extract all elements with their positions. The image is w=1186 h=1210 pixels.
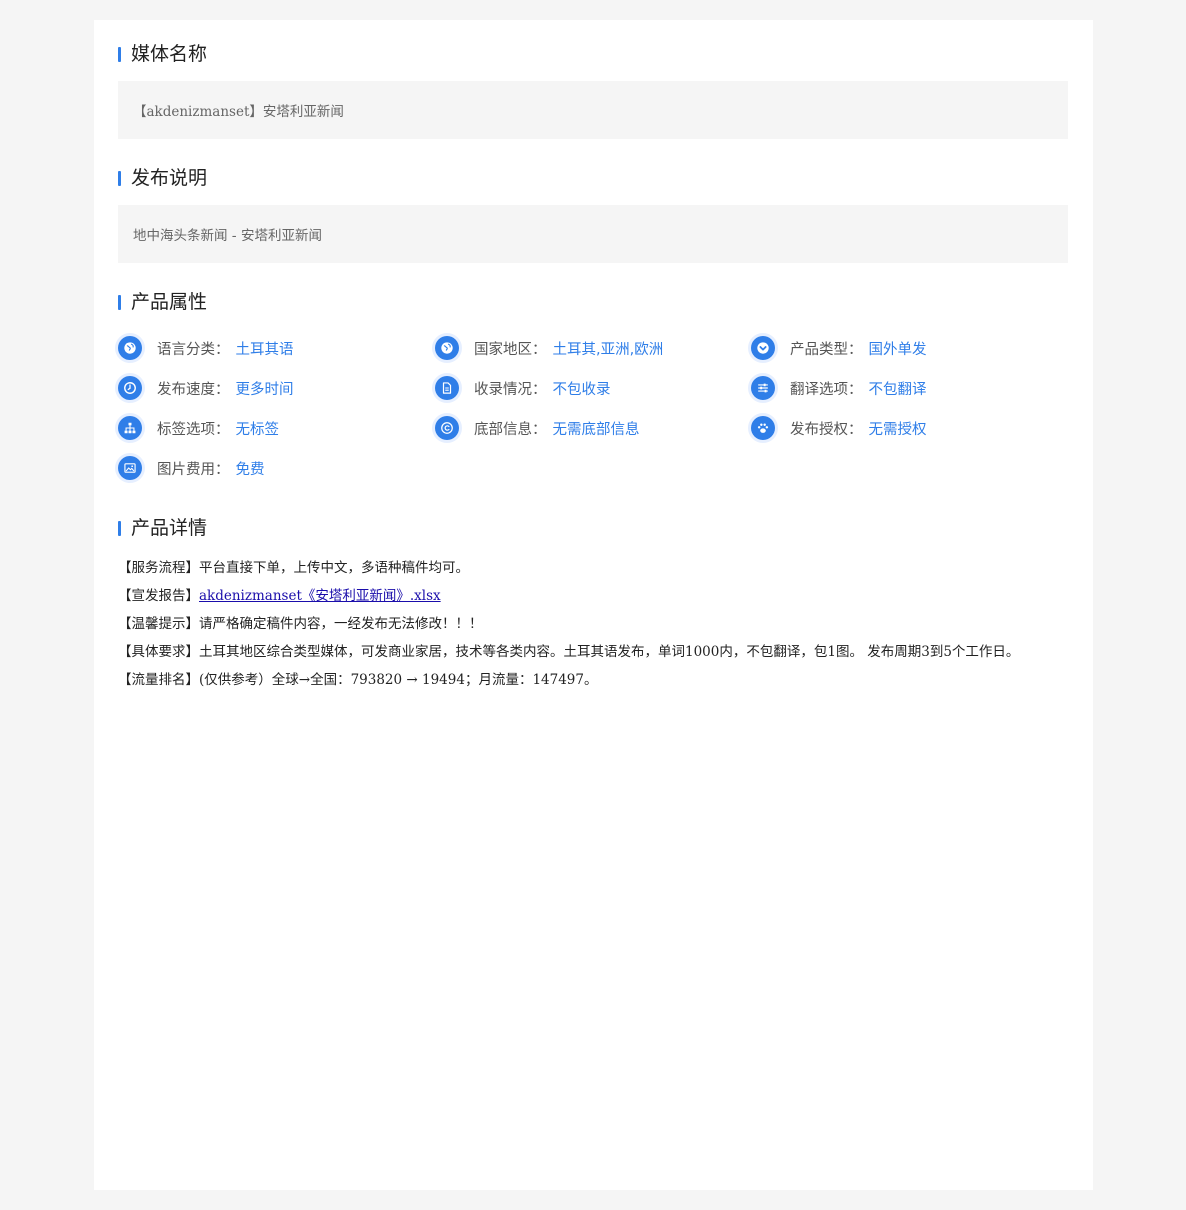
section-title-media-name: 媒体名称 [118, 44, 207, 64]
attr-value: 不包翻译 [868, 381, 927, 398]
attr-tags: 标签选项： 无标签 [118, 415, 279, 441]
details-list: 【服务流程】平台直接下单，上传中文，多语种稿件均可。 【宣发报告】akdeniz… [118, 554, 1068, 694]
detail-text: 请严格确定稿件内容，一经发布无法修改！！！ [199, 616, 483, 632]
sitemap-icon [118, 416, 142, 440]
detail-line-service-flow: 【服务流程】平台直接下单，上传中文，多语种稿件均可。 [118, 554, 1068, 582]
title-accent-bar [118, 46, 121, 62]
attr-value: 国外单发 [868, 341, 927, 358]
detail-line-traffic-rank: 【流量排名】(仅供参考）全球→全国：793820 → 19494；月流量：147… [118, 666, 1068, 694]
section-title-details: 产品详情 [118, 518, 207, 538]
section-title-attributes: 产品属性 [118, 292, 207, 312]
detail-prefix: 【服务流程】 [118, 560, 199, 576]
detail-line-report: 【宣发报告】akdenizmanset《安塔利亚新闻》.xlsx [118, 582, 1068, 610]
attr-label: 标签选项 [157, 421, 215, 438]
title-accent-bar [118, 294, 121, 310]
attr-region: 国家地区： 土耳其,亚洲,欧洲 [435, 335, 663, 361]
attr-colon: ： [532, 381, 547, 398]
attr-value: 土耳其语 [235, 341, 294, 358]
attr-label: 国家地区 [474, 341, 532, 358]
attr-colon: ： [215, 461, 230, 478]
detail-text: (仅供参考）全球→全国：793820 → 19494；月流量：147497。 [199, 672, 598, 688]
attr-footer-info: 底部信息： 无需底部信息 [435, 415, 640, 441]
document-icon [435, 376, 459, 400]
detail-prefix: 【温馨提示】 [118, 616, 199, 632]
section-title-text: 产品详情 [131, 517, 208, 539]
detail-prefix: 【具体要求】 [118, 644, 199, 660]
attr-value: 无需授权 [868, 421, 927, 438]
copyright-icon [435, 416, 459, 440]
detail-text: 土耳其地区综合类型媒体，可发商业家居，技术等各类内容。土耳其语发布，单词1000… [199, 644, 1020, 660]
attr-label: 翻译选项 [790, 381, 848, 398]
attr-value: 无标签 [235, 421, 280, 438]
section-title-text: 发布说明 [131, 167, 208, 189]
section-title-text: 产品属性 [131, 291, 208, 313]
attr-language: 语言分类： 土耳其语 [118, 335, 294, 361]
section-title-publish-desc: 发布说明 [118, 168, 207, 188]
attr-label: 语言分类 [157, 341, 215, 358]
attr-label: 发布授权 [790, 421, 848, 438]
title-accent-bar [118, 170, 121, 186]
attr-label: 收录情况 [474, 381, 532, 398]
attr-colon: ： [848, 421, 863, 438]
media-name-value: 【akdenizmanset】安塔利亚新闻 [133, 104, 344, 120]
attr-authorization: 发布授权： 无需授权 [751, 415, 927, 441]
attr-indexing: 收录情况： 不包收录 [435, 375, 611, 401]
sliders-icon [751, 376, 775, 400]
attr-value: 不包收录 [552, 381, 611, 398]
paw-icon [751, 416, 775, 440]
title-accent-bar [118, 520, 121, 536]
globe-icon [435, 336, 459, 360]
attr-image-fee: 图片费用： 免费 [118, 455, 265, 481]
detail-prefix: 【流量排名】 [118, 672, 199, 688]
attr-value: 免费 [235, 461, 265, 478]
attr-value: 土耳其,亚洲,欧洲 [552, 341, 664, 358]
attr-colon: ： [215, 421, 230, 438]
media-name-box: 【akdenizmanset】安塔利亚新闻 [118, 81, 1068, 139]
image-icon [118, 456, 142, 480]
publish-desc-box: 地中海头条新闻 - 安塔利亚新闻 [118, 205, 1068, 263]
attr-colon: ： [848, 341, 863, 358]
attr-label: 图片费用 [157, 461, 215, 478]
detail-prefix: 【宣发报告】 [118, 588, 199, 604]
attr-speed: 发布速度： 更多时间 [118, 375, 294, 401]
attr-colon: ： [532, 341, 547, 358]
attr-colon: ： [848, 381, 863, 398]
report-download-link[interactable]: akdenizmanset《安塔利亚新闻》.xlsx [199, 588, 441, 604]
product-detail-card: 媒体名称 【akdenizmanset】安塔利亚新闻 发布说明 地中海头条新闻 … [94, 20, 1093, 1190]
attr-label: 发布速度 [157, 381, 215, 398]
attr-value: 更多时间 [235, 381, 294, 398]
detail-line-requirements: 【具体要求】土耳其地区综合类型媒体，可发商业家居，技术等各类内容。土耳其语发布，… [118, 638, 1068, 666]
chevron-circle-down-icon [751, 336, 775, 360]
publish-desc-value: 地中海头条新闻 - 安塔利亚新闻 [133, 228, 322, 244]
clock-icon [118, 376, 142, 400]
attr-colon: ： [215, 341, 230, 358]
attr-colon: ： [532, 421, 547, 438]
attr-product-type: 产品类型： 国外单发 [751, 335, 927, 361]
attr-label: 产品类型 [790, 341, 848, 358]
attr-value: 无需底部信息 [552, 421, 640, 438]
attr-label: 底部信息 [474, 421, 532, 438]
detail-line-notice: 【温馨提示】请严格确定稿件内容，一经发布无法修改！！！ [118, 610, 1068, 638]
detail-text: 平台直接下单，上传中文，多语种稿件均可。 [199, 560, 469, 576]
section-title-text: 媒体名称 [131, 43, 208, 65]
attr-translation: 翻译选项： 不包翻译 [751, 375, 927, 401]
attr-colon: ： [215, 381, 230, 398]
globe-icon [118, 336, 142, 360]
